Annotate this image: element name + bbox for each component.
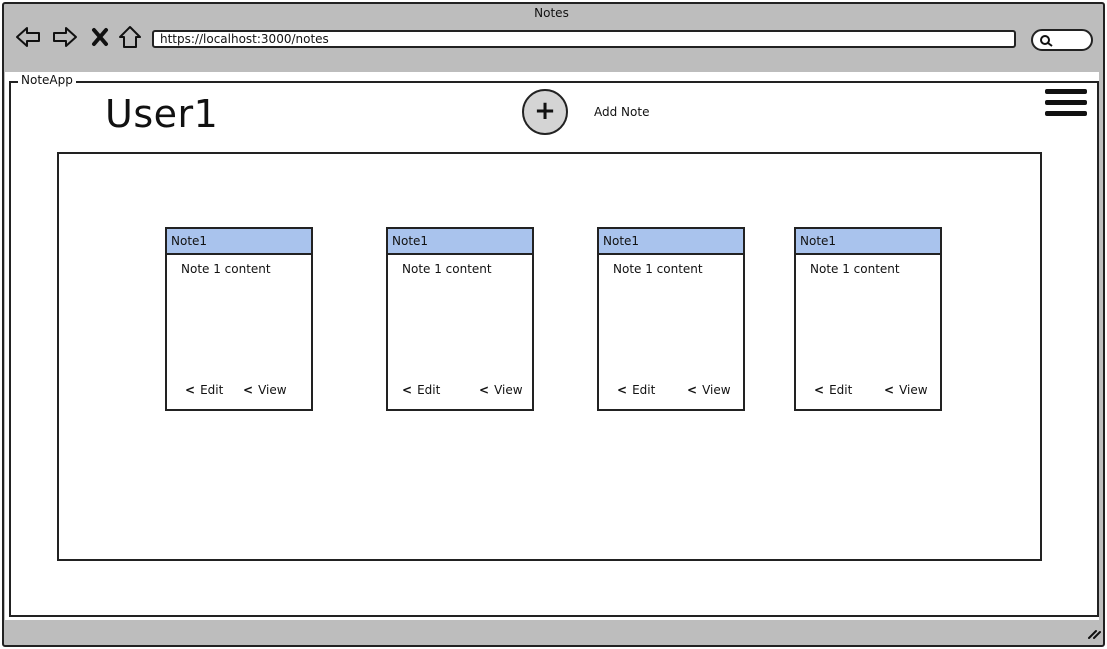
note-card: Note1 Note 1 content < Edit < View [165,227,313,411]
hamburger-menu-icon[interactable] [1045,89,1089,127]
edit-label: Edit [632,383,656,397]
note-title: Note1 [167,229,311,255]
back-icon[interactable] [15,24,41,50]
chevron-left-icon: < [884,383,895,397]
add-note-label[interactable]: Add Note [594,105,649,119]
chevron-left-icon: < [814,383,825,397]
note-card: Note1 Note 1 content < Edit < View [794,227,942,411]
edit-link[interactable]: < Edit [402,383,440,397]
search-icon [1040,35,1053,47]
note-content: Note 1 content [181,262,271,276]
note-title: Note1 [388,229,532,255]
note-content: Note 1 content [402,262,492,276]
view-label: View [899,383,928,397]
search-field[interactable] [1031,29,1093,51]
chevron-left-icon: < [687,383,698,397]
edit-label: Edit [200,383,224,397]
chevron-left-icon: < [402,383,413,397]
resize-grip-icon[interactable] [1087,624,1101,643]
chevron-left-icon: < [479,383,490,397]
user-name: User1 [105,92,219,136]
note-title: Note1 [599,229,743,255]
note-title: Note1 [796,229,940,255]
edit-label: Edit [829,383,853,397]
note-content: Note 1 content [810,262,900,276]
chevron-left-icon: < [243,383,254,397]
plus-icon: + [534,96,556,126]
edit-link[interactable]: < Edit [185,383,223,397]
edit-link[interactable]: < Edit [617,383,655,397]
chevron-left-icon: < [617,383,628,397]
chevron-left-icon: < [185,383,196,397]
stop-icon[interactable] [89,24,111,50]
view-link[interactable]: < View [479,383,523,397]
note-card: Note1 Note 1 content < Edit < View [386,227,534,411]
window-title: Notes [534,6,569,20]
home-icon[interactable] [117,24,143,50]
view-label: View [494,383,523,397]
view-link[interactable]: < View [687,383,731,397]
address-bar[interactable]: https://localhost:3000/notes [152,30,1016,48]
edit-link[interactable]: < Edit [814,383,852,397]
edit-label: Edit [417,383,441,397]
view-link[interactable]: < View [243,383,287,397]
view-link[interactable]: < View [884,383,928,397]
note-card: Note1 Note 1 content < Edit < View [597,227,745,411]
note-content: Note 1 content [613,262,703,276]
view-label: View [258,383,287,397]
add-note-button[interactable]: + [522,89,568,135]
forward-icon[interactable] [52,24,78,50]
app-name: NoteApp [18,73,76,87]
view-label: View [702,383,731,397]
